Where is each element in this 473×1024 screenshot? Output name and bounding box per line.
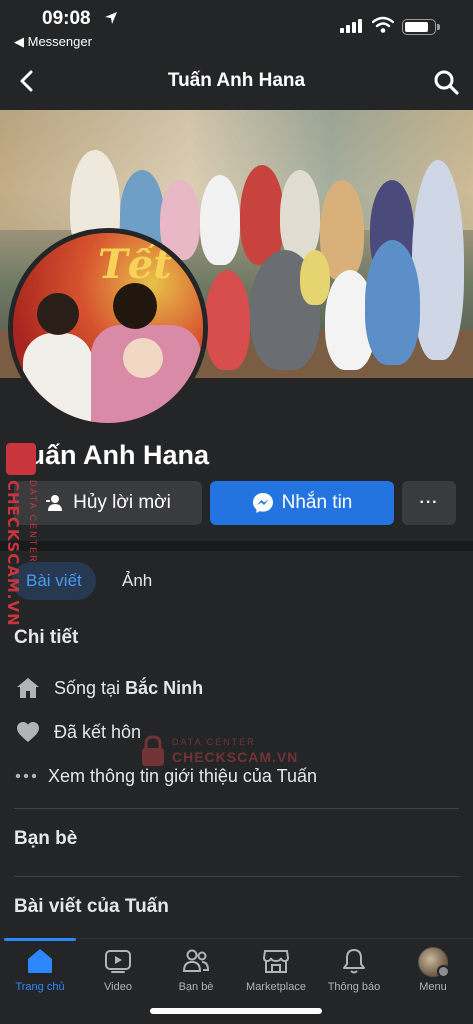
watermark-center: DATA CENTER CHECKSCAM.VN bbox=[140, 735, 297, 772]
tab-home-label: Trang chủ bbox=[15, 981, 65, 993]
detail-relationship: Đã kết hôn bbox=[14, 717, 141, 747]
home-indicator[interactable] bbox=[150, 1008, 322, 1014]
home-icon bbox=[28, 949, 52, 973]
menu-badge-icon bbox=[437, 965, 450, 978]
page-title: Tuấn Anh Hana bbox=[167, 70, 306, 91]
cancel-friend-request-button[interactable]: Hủy lời mời bbox=[14, 481, 202, 525]
avatar-man-head bbox=[113, 283, 157, 329]
watermark-side-main: CHECKSCAM.VN bbox=[4, 480, 22, 627]
cover-person bbox=[300, 250, 330, 305]
watermark-side-sub: DATA CENTER bbox=[28, 480, 38, 564]
cover-person bbox=[412, 160, 464, 360]
tab-video-label: Video bbox=[104, 981, 132, 993]
avatar-woman-head bbox=[37, 293, 79, 335]
profile-name: Tuấn Anh Hana bbox=[14, 440, 209, 470]
tab-menu-label: Menu bbox=[419, 981, 447, 993]
person-cancel-icon bbox=[46, 495, 63, 511]
cover-person bbox=[205, 270, 250, 370]
watermark-center-sub: DATA CENTER bbox=[172, 737, 256, 747]
lives-in-place[interactable]: Bắc Ninh bbox=[125, 678, 203, 699]
tab-menu[interactable]: Menu bbox=[393, 947, 473, 993]
home-icon bbox=[17, 678, 39, 698]
active-tab-indicator bbox=[4, 938, 76, 941]
details-title: Chi tiết bbox=[14, 627, 79, 648]
messenger-icon bbox=[252, 493, 273, 513]
message-button[interactable]: Nhắn tin bbox=[210, 481, 394, 525]
bell-icon bbox=[343, 949, 365, 974]
lock-icon bbox=[142, 735, 164, 766]
tab-marketplace[interactable]: Marketplace bbox=[236, 947, 316, 993]
friends-title[interactable]: Bạn bè bbox=[14, 828, 77, 850]
tab-notifications-label: Thông báo bbox=[327, 981, 381, 993]
see-about-info-label: Xem thông tin giới thiệu của Tuấn bbox=[48, 765, 317, 786]
location-arrow-icon bbox=[105, 12, 117, 24]
tab-posts-label: Bài viết bbox=[26, 571, 82, 590]
message-label: Nhắn tin bbox=[281, 492, 353, 513]
wifi-icon bbox=[372, 16, 394, 33]
status-time: 09:08 bbox=[42, 8, 91, 29]
back-to-messenger[interactable]: ◀ Messenger bbox=[14, 34, 92, 50]
divider bbox=[14, 808, 459, 809]
tab-friends[interactable]: Bạn bè bbox=[156, 947, 236, 993]
cover-person bbox=[240, 165, 284, 265]
search-icon[interactable] bbox=[432, 68, 460, 96]
tab-posts[interactable]: Bài viết bbox=[12, 562, 96, 600]
tab-marketplace-label: Marketplace bbox=[246, 981, 306, 993]
cover-person bbox=[280, 170, 320, 260]
section-divider bbox=[0, 541, 473, 551]
avatar-tet-text: Tết bbox=[98, 241, 172, 288]
nav-bar: Tuấn Anh Hana bbox=[0, 56, 473, 108]
more-options-icon: ··· bbox=[419, 494, 439, 511]
watermark-center-main: CHECKSCAM.VN bbox=[172, 749, 299, 765]
tab-photos-label: Ảnh bbox=[122, 571, 153, 590]
cancel-friend-request-label: Hủy lời mời bbox=[73, 492, 171, 513]
cellular-signal-icon bbox=[340, 19, 362, 33]
tab-notifications[interactable]: Thông báo bbox=[314, 947, 394, 993]
battery-icon bbox=[402, 19, 440, 35]
status-bar: 09:08 ◀ Messenger bbox=[0, 0, 473, 56]
avatar-woman bbox=[23, 333, 93, 423]
video-icon bbox=[105, 950, 131, 973]
cover-person bbox=[200, 175, 240, 265]
menu-avatar bbox=[418, 947, 450, 978]
divider bbox=[14, 876, 459, 877]
heart-icon bbox=[17, 722, 39, 742]
posts-title: Bài viết của Tuấn bbox=[14, 896, 169, 917]
ellipsis-icon bbox=[15, 773, 37, 779]
relationship-status: Đã kết hôn bbox=[54, 721, 142, 742]
profile-avatar[interactable]: Tết bbox=[8, 228, 208, 428]
friends-icon bbox=[182, 949, 210, 972]
avatar-baby bbox=[123, 338, 163, 378]
tab-home[interactable]: Trang chủ bbox=[0, 947, 80, 993]
cover-person bbox=[365, 240, 420, 365]
watermark-badge bbox=[6, 443, 36, 475]
more-options-button[interactable]: ··· bbox=[402, 481, 456, 525]
detail-lives-in: Sống tại Bắc Ninh bbox=[14, 673, 203, 703]
tab-photos[interactable]: Ảnh bbox=[108, 562, 166, 600]
tab-friends-label: Bạn bè bbox=[178, 981, 214, 993]
tab-video[interactable]: Video bbox=[78, 947, 158, 993]
marketplace-icon bbox=[262, 950, 290, 973]
lives-in-prefix: Sống tại bbox=[54, 677, 121, 698]
